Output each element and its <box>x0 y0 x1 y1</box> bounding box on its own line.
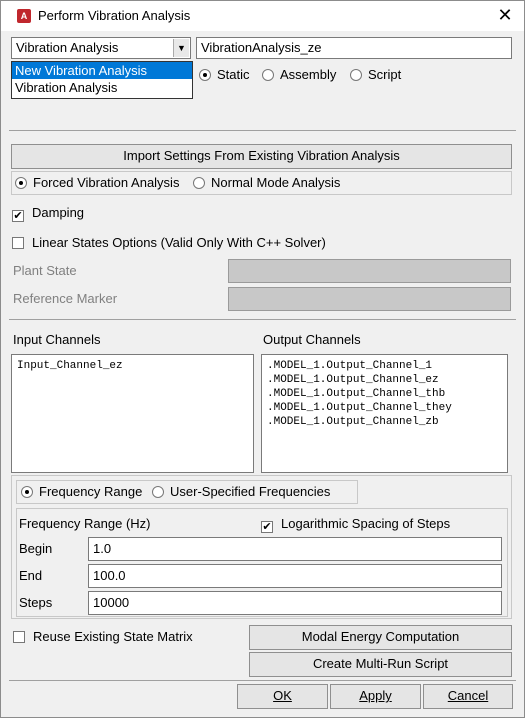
close-icon[interactable]: ✕ <box>495 5 515 25</box>
radio-normal-mode[interactable]: Normal Mode Analysis <box>193 175 340 190</box>
separator <box>9 319 516 320</box>
list-item[interactable]: .MODEL_1.Output_Channel_ez <box>267 373 502 387</box>
steps-value: 10000 <box>93 595 130 610</box>
end-input[interactable]: 100.0 <box>88 564 502 588</box>
radio-user-frequencies[interactable]: User-Specified Frequencies <box>152 484 330 499</box>
radio-script-label: Script <box>368 67 402 82</box>
analysis-name-input[interactable]: VibrationAnalysis_ze <box>196 37 512 59</box>
separator <box>9 680 516 681</box>
output-channels-label: Output Channels <box>263 332 361 347</box>
import-settings-button[interactable]: Import Settings From Existing Vibration … <box>11 144 512 169</box>
begin-label: Begin <box>19 541 53 556</box>
linear-states-checkbox[interactable]: Linear States Options (Valid Only With C… <box>12 235 326 250</box>
radio-assembly-button[interactable] <box>262 69 274 81</box>
radio-frequency-range-button[interactable] <box>21 486 33 498</box>
app-logo-icon: A <box>17 9 31 23</box>
analysis-select-value: Vibration Analysis <box>16 40 119 55</box>
radio-assembly-label: Assembly <box>280 67 337 82</box>
reuse-state-matrix-box[interactable] <box>13 631 25 643</box>
check-icon[interactable]: ✔ <box>261 521 273 533</box>
analysis-select[interactable]: Vibration Analysis <box>11 37 191 59</box>
reference-marker-field <box>228 287 511 311</box>
create-multi-run-button[interactable]: Create Multi-Run Script <box>249 652 512 677</box>
radio-static-button[interactable] <box>199 69 211 81</box>
ok-button[interactable]: OK <box>237 684 328 709</box>
linear-states-box[interactable] <box>12 237 24 249</box>
modal-energy-button[interactable]: Modal Energy Computation <box>249 625 512 650</box>
radio-forced-button[interactable] <box>15 177 27 189</box>
steps-label: Steps <box>19 595 53 610</box>
log-spacing-label: Logarithmic Spacing of Steps <box>281 516 451 531</box>
chevron-down-icon[interactable]: ▼ <box>173 39 189 57</box>
list-item[interactable]: .MODEL_1.Output_Channel_thb <box>267 387 502 401</box>
reference-marker-label: Reference Marker <box>13 291 118 306</box>
input-channels-label: Input Channels <box>13 332 101 347</box>
menu-item-vibration-analysis[interactable]: Vibration Analysis <box>12 79 192 96</box>
check-icon[interactable]: ✔ <box>12 210 24 222</box>
radio-static-label: Static <box>217 67 250 82</box>
frequency-range-label: Frequency Range (Hz) <box>19 516 151 531</box>
input-channels-list[interactable]: Input_Channel_ez <box>11 354 254 473</box>
radio-forced-vibration[interactable]: Forced Vibration Analysis <box>15 175 179 190</box>
end-value: 100.0 <box>93 568 126 583</box>
linear-states-label: Linear States Options (Valid Only With C… <box>32 235 326 250</box>
output-channels-list[interactable]: .MODEL_1.Output_Channel_1 .MODEL_1.Output… <box>261 354 508 473</box>
radio-static[interactable]: Static <box>199 67 250 82</box>
window-title: Perform Vibration Analysis <box>38 8 191 23</box>
plant-state-field <box>228 259 511 283</box>
radio-normal-button[interactable] <box>193 177 205 189</box>
steps-input[interactable]: 10000 <box>88 591 502 615</box>
radio-user-frequencies-button[interactable] <box>152 486 164 498</box>
list-item[interactable]: .MODEL_1.Output_Channel_they <box>267 401 502 415</box>
analysis-name-value: VibrationAnalysis_ze <box>201 40 322 55</box>
radio-forced-label: Forced Vibration Analysis <box>33 175 180 190</box>
damping-label: Damping <box>32 205 85 220</box>
list-item[interactable]: .MODEL_1.Output_Channel_1 <box>267 359 502 373</box>
list-item[interactable]: Input_Channel_ez <box>17 359 248 373</box>
title-bar: A Perform Vibration Analysis ✕ <box>1 1 524 31</box>
radio-frequency-range-label: Frequency Range <box>39 484 143 499</box>
reuse-state-matrix-checkbox[interactable]: Reuse Existing State Matrix <box>13 629 193 644</box>
begin-value: 1.0 <box>93 541 112 556</box>
plant-state-label: Plant State <box>13 263 77 278</box>
radio-frequency-range[interactable]: Frequency Range <box>21 484 142 499</box>
cancel-button[interactable]: Cancel <box>423 684 513 709</box>
menu-item-new-vibration-analysis[interactable]: New Vibration Analysis <box>12 62 192 79</box>
analysis-dropdown-menu: New Vibration Analysis Vibration Analysi… <box>11 61 193 99</box>
apply-label: Apply <box>359 688 392 703</box>
radio-normal-label: Normal Mode Analysis <box>211 175 341 190</box>
begin-input[interactable]: 1.0 <box>88 537 502 561</box>
reuse-state-matrix-label: Reuse Existing State Matrix <box>33 629 193 644</box>
list-item[interactable]: .MODEL_1.Output_Channel_zb <box>267 415 502 429</box>
ok-label: OK <box>273 688 292 703</box>
damping-checkbox[interactable]: ✔ Damping <box>12 205 84 222</box>
separator <box>9 130 516 131</box>
radio-assembly[interactable]: Assembly <box>262 67 336 82</box>
radio-script[interactable]: Script <box>350 67 401 82</box>
vibration-analysis-dialog: A Perform Vibration Analysis ✕ Vibration… <box>0 0 525 718</box>
radio-script-button[interactable] <box>350 69 362 81</box>
end-label: End <box>19 568 43 583</box>
apply-button[interactable]: Apply <box>330 684 421 709</box>
log-spacing-checkbox[interactable]: ✔ Logarithmic Spacing of Steps <box>261 516 450 533</box>
radio-user-frequencies-label: User-Specified Frequencies <box>170 484 331 499</box>
cancel-label: Cancel <box>447 688 489 703</box>
